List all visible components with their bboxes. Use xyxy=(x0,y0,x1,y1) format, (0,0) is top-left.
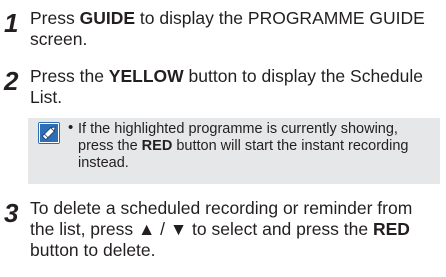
text-run: Press xyxy=(30,8,80,28)
step-number: 2 xyxy=(4,66,19,96)
note-text: If the highlighted programme is currentl… xyxy=(78,121,434,172)
key-name: YELLOW xyxy=(108,66,184,86)
step-text: To delete a scheduled recording or remin… xyxy=(30,198,440,261)
key-name: GUIDE xyxy=(79,8,136,28)
text-run: Press the xyxy=(30,66,109,86)
step-text: Press GUIDE to display the PROGRAMME GUI… xyxy=(30,8,440,50)
key-name: RED xyxy=(373,219,410,239)
note-box: • If the highlighted programme is curren… xyxy=(28,118,440,184)
step-text: Press the YELLOW button to display the S… xyxy=(30,66,440,108)
step-number: 1 xyxy=(4,8,19,38)
key-name: RED xyxy=(141,138,173,154)
bullet: • xyxy=(68,119,74,136)
note-pencil-icon xyxy=(38,122,60,144)
step-number: 3 xyxy=(4,198,19,228)
text-run: button to delete. xyxy=(30,240,156,260)
text-run: To delete a scheduled recording or remin… xyxy=(30,198,413,239)
